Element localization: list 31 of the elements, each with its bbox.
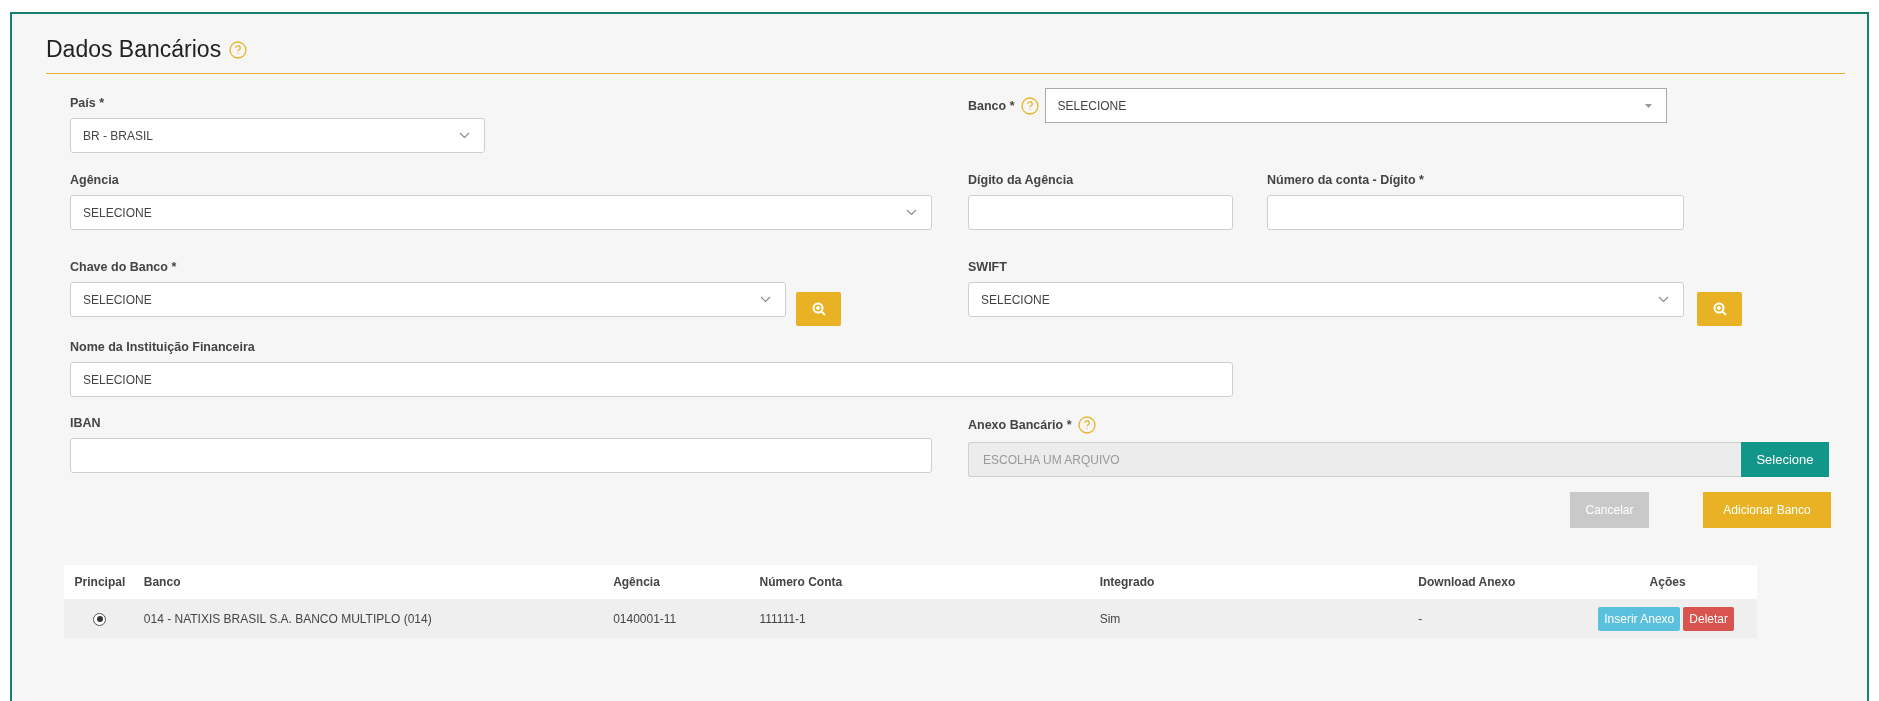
select-field[interactable]: SELECIONE [968, 282, 1684, 317]
row-action-button[interactable]: Deletar [1683, 606, 1734, 631]
select-field[interactable]: BR - BRASIL [70, 118, 485, 153]
table-cell: 111111-1 [751, 599, 1092, 638]
column-header: Banco [135, 565, 606, 599]
field-label: SWIFT [968, 260, 1007, 274]
table-cell: - [1410, 599, 1579, 638]
column-header: Principal [64, 565, 136, 599]
table-cell: Sim [1091, 599, 1411, 638]
input-field[interactable]: SELECIONE [70, 362, 1233, 397]
field-label: Número da conta - Dígito * [1267, 173, 1424, 187]
column-header: Download Anexo [1410, 565, 1579, 599]
select-field[interactable]: SELECIONE [70, 282, 786, 317]
field-label: Nome da Instituição Financeira [70, 340, 255, 354]
table-cell: 014 - NATIXIS BRASIL S.A. BANCO MULTIPLO (014) [135, 599, 606, 638]
field-label: Agência [70, 173, 119, 187]
field-label: Dígito da Agência [968, 173, 1074, 187]
column-header: Número Conta [751, 565, 1092, 599]
field-label: Anexo Bancário * [968, 418, 1072, 432]
field-label: IBAN [70, 416, 101, 430]
field-label: Banco * [968, 98, 1015, 113]
table-cell: 0140001-11 [605, 599, 752, 638]
select-field[interactable]: SELECIONE [70, 195, 932, 230]
column-header: Agência [605, 565, 752, 599]
column-header: Ações [1578, 565, 1757, 599]
column-header: Integrado [1091, 565, 1411, 599]
select-field[interactable]: SELECIONE [1044, 88, 1667, 123]
field-label: Chave do Banco * [70, 260, 177, 274]
select-file-button[interactable]: Selecione [1741, 442, 1829, 477]
section-title: Dados Bancários [46, 36, 222, 63]
field-label: País * [70, 96, 105, 110]
